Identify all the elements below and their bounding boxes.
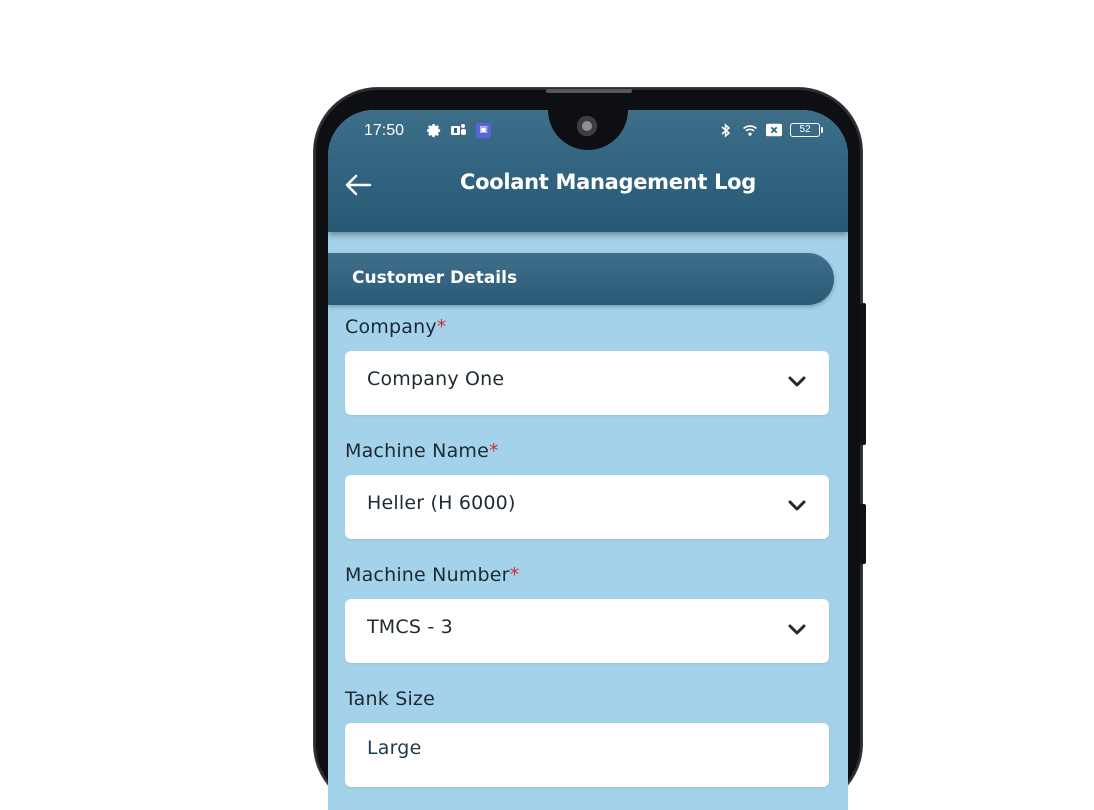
company-dropdown[interactable]: Company One	[345, 351, 829, 415]
sim-off-icon	[766, 122, 782, 138]
status-right-icons: 52	[718, 122, 823, 138]
section-title: Customer Details	[352, 268, 518, 288]
teams-icon	[451, 122, 467, 138]
app-bar: 17:50 ▣ 52 Coolant Management Log	[328, 110, 848, 232]
app-badge-icon: ▣	[476, 122, 491, 138]
phone-frame: 17:50 ▣ 52 Coolant Management Log Custom…	[314, 88, 866, 810]
machine-number-label: Machine Number*	[345, 564, 520, 586]
status-time: 17:50	[364, 122, 405, 139]
machine-number-dropdown[interactable]: TMCS - 3	[345, 599, 829, 663]
camera-notch	[548, 110, 628, 150]
status-left-icons: ▣	[426, 122, 491, 138]
required-asterisk: *	[509, 564, 520, 586]
gear-icon	[426, 122, 442, 138]
required-asterisk: *	[489, 440, 499, 462]
machine-name-dropdown[interactable]: Heller (H 6000)	[345, 475, 829, 539]
company-label: Company*	[345, 316, 447, 338]
power-button	[860, 504, 866, 564]
chevron-down-icon	[788, 376, 806, 387]
app-screen: 17:50 ▣ 52 Coolant Management Log Custom…	[328, 110, 848, 810]
page-title: Coolant Management Log	[459, 170, 757, 194]
bluetooth-icon	[718, 122, 734, 138]
tank-size-field[interactable]: Large	[345, 723, 829, 787]
machine-number-value: TMCS - 3	[367, 616, 453, 638]
battery-icon: 52	[790, 123, 823, 137]
tank-size-label: Tank Size	[345, 688, 435, 710]
wifi-icon	[742, 122, 758, 138]
chevron-down-icon	[788, 500, 806, 511]
front-camera	[577, 116, 597, 136]
tank-size-value: Large	[367, 737, 422, 759]
volume-button	[860, 303, 866, 445]
earpiece-speaker	[546, 89, 632, 93]
required-asterisk: *	[436, 316, 447, 338]
section-header-customer-details: Customer Details	[328, 253, 834, 305]
chevron-down-icon	[788, 624, 806, 635]
machine-name-label: Machine Name*	[345, 440, 499, 462]
machine-name-value: Heller (H 6000)	[367, 492, 516, 514]
company-value: Company One	[367, 368, 505, 390]
